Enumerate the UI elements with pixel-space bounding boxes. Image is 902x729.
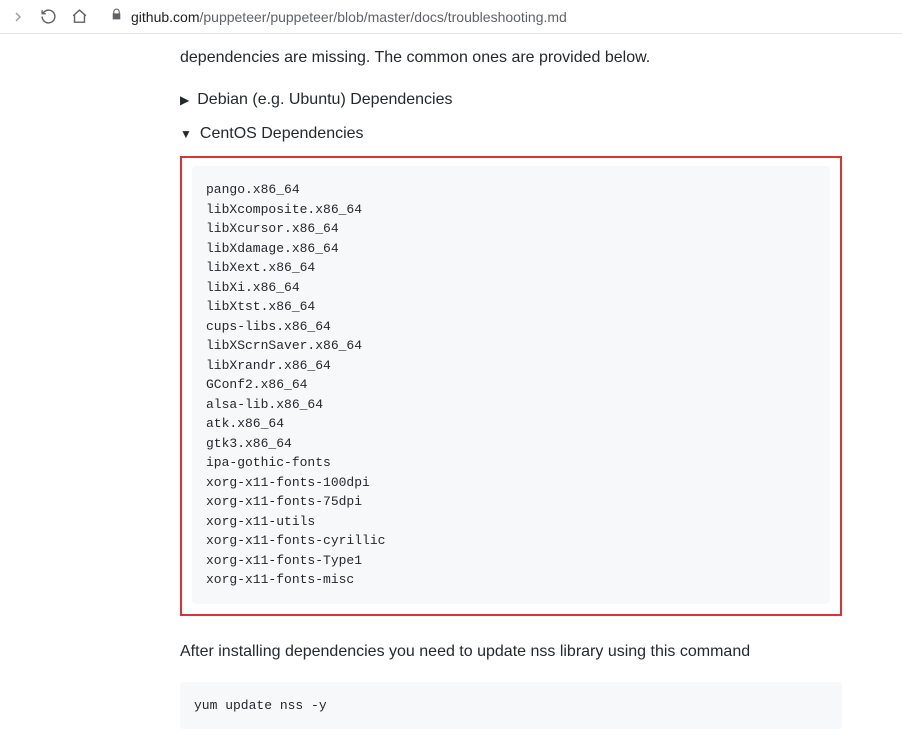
after-install-text: After installing dependencies you need t… (180, 640, 842, 664)
url-host: github.com (131, 9, 199, 25)
forward-button[interactable] (10, 9, 26, 25)
address-bar[interactable]: github.com/puppeteer/puppeteer/blob/mast… (100, 8, 892, 26)
triangle-right-icon: ▶ (180, 91, 189, 109)
triangle-down-icon: ▼ (180, 125, 192, 143)
home-button[interactable] (71, 8, 88, 25)
lead-text: dependencies are missing. The common one… (180, 46, 842, 70)
url-text: github.com/puppeteer/puppeteer/blob/mast… (131, 9, 567, 25)
details-debian[interactable]: ▶ Debian (e.g. Ubuntu) Dependencies (180, 88, 842, 112)
markdown-body: dependencies are missing. The common one… (180, 34, 842, 729)
highlighted-code-box: pango.x86_64 libXcomposite.x86_64 libXcu… (180, 156, 842, 616)
yum-command-code[interactable]: yum update nss -y (180, 682, 842, 729)
lock-icon (110, 8, 123, 26)
reload-button[interactable] (40, 8, 57, 25)
nav-controls (10, 8, 88, 25)
url-path: /puppeteer/puppeteer/blob/master/docs/tr… (199, 9, 566, 25)
page-content: dependencies are missing. The common one… (0, 34, 902, 729)
debian-summary: Debian (e.g. Ubuntu) Dependencies (197, 88, 452, 112)
details-centos[interactable]: ▼ CentOS Dependencies (180, 122, 842, 146)
centos-packages-code[interactable]: pango.x86_64 libXcomposite.x86_64 libXcu… (192, 166, 830, 604)
centos-summary: CentOS Dependencies (200, 122, 364, 146)
browser-toolbar: github.com/puppeteer/puppeteer/blob/mast… (0, 0, 902, 34)
